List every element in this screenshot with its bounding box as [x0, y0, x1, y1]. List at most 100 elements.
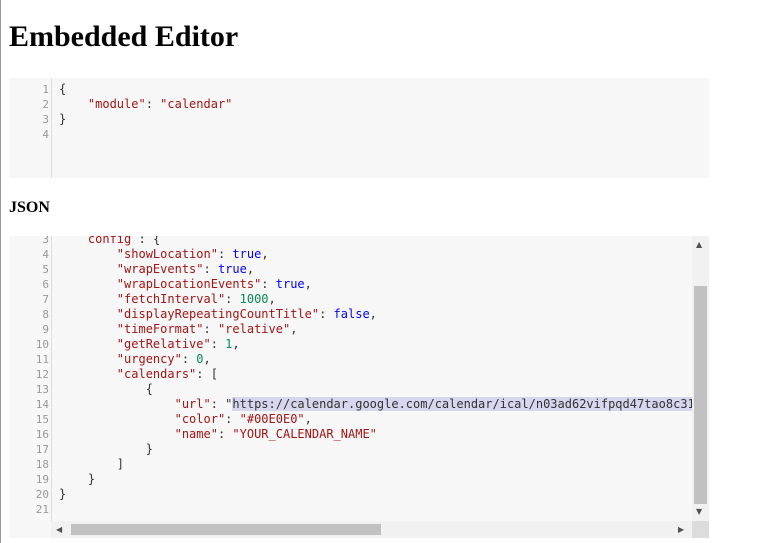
scrollbar-corner	[692, 521, 709, 538]
vertical-scroll-thumb[interactable]	[694, 286, 707, 504]
scroll-left-icon[interactable]: ◀	[56, 525, 62, 535]
code-token: ,	[304, 277, 312, 291]
code-line[interactable]: 16 "name": "YOUR_CALENDAR_NAME"	[9, 427, 709, 442]
code-text: "displayRepeatingCountTitle": false,	[59, 307, 377, 322]
code-token: ,	[261, 247, 269, 261]
code-token: ,	[232, 337, 240, 351]
code-line[interactable]: 5 "wrapEvents": true,	[9, 262, 709, 277]
line-number: 4	[42, 248, 49, 261]
code-token: "showLocation"	[116, 247, 218, 261]
code-token: "fetchInterval"	[116, 292, 226, 306]
code-token: ,	[304, 412, 312, 426]
code-line[interactable]: 2 "module": "calendar"	[9, 97, 709, 112]
page-title: Embedded Editor	[9, 20, 239, 53]
line-number: 8	[42, 308, 49, 321]
line-number: 4	[42, 128, 49, 141]
code-token: "timeFormat"	[116, 322, 204, 336]
scroll-right-icon[interactable]: ▶	[678, 525, 684, 535]
code-token: "getRelative"	[116, 337, 211, 351]
json-editor[interactable]: 3 config : {4 "showLocation": true, 5 "wr…	[9, 236, 709, 538]
code-text: "timeFormat": "relative",	[59, 322, 298, 337]
code-line[interactable]: 17 }	[9, 442, 709, 457]
code-line[interactable]: 8 "displayRepeatingCountTitle": false,	[9, 307, 709, 322]
line-number: 3	[42, 236, 49, 246]
code-token: "name"	[174, 427, 218, 441]
code-token: ]	[59, 457, 125, 471]
horizontal-scrollbar[interactable]: ◀ ▶	[51, 521, 692, 538]
code-token: ,	[290, 322, 298, 336]
line-number: 11	[35, 353, 49, 366]
code-line[interactable]: 9 "timeFormat": "relative",	[9, 322, 709, 337]
code-text: }	[59, 112, 66, 127]
code-text: "module": "calendar"	[59, 97, 233, 112]
code-token: {	[59, 382, 153, 396]
code-token: true	[275, 277, 305, 291]
code-token: "YOUR_CALENDAR_NAME"	[232, 427, 377, 441]
code-token: }	[59, 442, 153, 456]
code-text: "calendars": [	[59, 367, 218, 382]
line-number: 19	[35, 473, 49, 486]
code-token: : "	[210, 397, 233, 411]
line-number: 2	[42, 98, 49, 111]
code-token: true	[232, 247, 262, 261]
code-line[interactable]: 13 {	[9, 382, 709, 397]
code-token: 0	[196, 352, 204, 366]
code-line[interactable]: 20}	[9, 487, 709, 502]
code-token: ,	[369, 307, 377, 321]
code-line[interactable]: 10 "getRelative": 1,	[9, 337, 709, 352]
code-line[interactable]: 3 config : {	[9, 236, 709, 247]
code-line[interactable]: 6 "wrapLocationEvents": true,	[9, 277, 709, 292]
code-token: config	[87, 236, 132, 246]
code-token: true	[217, 262, 247, 276]
code-line[interactable]: 4 "showLocation": true,	[9, 247, 709, 262]
code-token: :	[217, 427, 233, 441]
code-line[interactable]: 3}	[9, 112, 709, 127]
code-token: :	[225, 412, 240, 426]
code-line[interactable]: 11 "urgency": 0,	[9, 352, 709, 367]
code-line[interactable]: 21	[9, 502, 709, 517]
scroll-down-icon[interactable]: ▼	[696, 507, 702, 517]
code-line[interactable]: 7 "fetchInterval": 1000,	[9, 292, 709, 307]
code-token: :	[319, 307, 334, 321]
module-editor[interactable]: 1{2 "module": "calendar" 3} 4	[9, 78, 709, 178]
code-line[interactable]: 1{	[9, 82, 709, 97]
code-text: "showLocation": true,	[59, 247, 269, 262]
code-text: "wrapEvents": true,	[59, 262, 254, 277]
horizontal-scroll-thumb[interactable]	[71, 524, 381, 535]
code-token: :	[203, 322, 218, 336]
code-line[interactable]: 14 "url": "https://calendar.google.com/c…	[9, 397, 709, 412]
code-line[interactable]: 18 ]	[9, 457, 709, 472]
code-token: ,	[268, 292, 276, 306]
code-line[interactable]: 4	[9, 127, 709, 142]
code-text: }	[59, 487, 66, 502]
code-token: ,	[203, 352, 211, 366]
code-text: config : {	[59, 236, 160, 247]
code-text: "fetchInterval": 1000,	[59, 292, 276, 307]
code-token: "wrapLocationEvents"	[116, 277, 262, 291]
code-line[interactable]: 15 "color": "#00E0E0",	[9, 412, 709, 427]
code-text: "color": "#00E0E0",	[59, 412, 312, 427]
code-token: :	[203, 262, 218, 276]
code-line[interactable]: 12 "calendars": [	[9, 367, 709, 382]
vertical-scrollbar[interactable]: ▲ ▼	[692, 236, 709, 521]
line-number: 6	[42, 278, 49, 291]
scroll-up-icon[interactable]: ▲	[696, 240, 702, 250]
line-number: 21	[35, 503, 49, 516]
line-number: 15	[35, 413, 49, 426]
line-number: 16	[35, 428, 49, 441]
code-token: "module"	[87, 97, 146, 111]
code-line[interactable]: 19 }	[9, 472, 709, 487]
code-token: :	[210, 337, 226, 351]
line-number: 12	[35, 368, 49, 381]
code-token: "displayRepeatingCountTitle"	[116, 307, 320, 321]
code-token: :	[181, 352, 197, 366]
code-token: "urgency"	[116, 352, 182, 366]
